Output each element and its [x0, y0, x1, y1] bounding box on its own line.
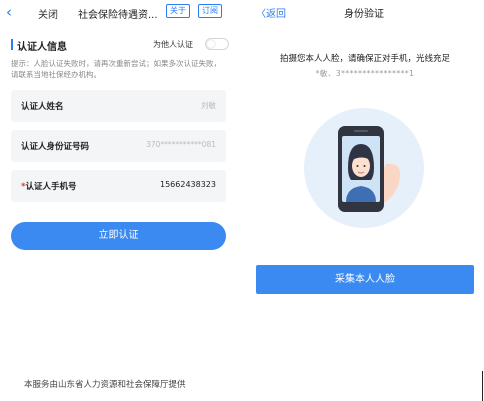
toggle-knob	[207, 40, 215, 48]
top-nav: ‹ 关闭 社会保险待遇资... 关于 订阅	[0, 0, 236, 26]
id-number-label: 认证人身份证号码	[21, 142, 90, 152]
phone-speaker	[354, 130, 368, 132]
about-button[interactable]: 关于	[166, 4, 190, 18]
other-person-toggle[interactable]	[205, 38, 229, 50]
collect-face-button[interactable]: 采集本人人脸	[256, 265, 474, 294]
section-accent-bar	[11, 39, 13, 50]
name-label: 认证人姓名	[21, 102, 64, 112]
auth-info-screen: ‹ 关闭 社会保险待遇资... 关于 订阅 认证人信息 为他人认证 提示：人脸认…	[0, 0, 236, 401]
footer-text: 本服务由山东省人力资源和社会保障厅提供	[24, 380, 186, 390]
chevron-left-icon[interactable]: ‹	[6, 3, 12, 21]
face-capture-illustration	[304, 108, 424, 228]
other-person-label: 为他人认证	[153, 40, 193, 49]
back-link[interactable]: 〈返回	[256, 5, 286, 20]
instruction-text: 拍摄您本人人脸，请确保正对手机，光线充足	[279, 54, 450, 64]
page-title: 社会保险待遇资...	[78, 10, 158, 21]
section-title: 认证人信息	[17, 42, 67, 53]
submit-auth-button[interactable]: 立即认证	[11, 222, 226, 250]
face-icon	[346, 144, 376, 202]
masked-identity: *敏、3****************1	[315, 69, 415, 78]
id-number-field[interactable]: 认证人身份证号码 370***********081	[11, 130, 226, 162]
name-value: 刘敏	[201, 101, 216, 110]
section-header: 认证人信息 为他人认证	[11, 38, 229, 53]
phone-value[interactable]: 15662438323	[160, 180, 216, 189]
id-number-value: 370***********081	[146, 140, 216, 149]
tip-text: 提示：人脸认证失败时，请再次重新尝试；如果多次认证失败，请联系当地社保经办机构。	[11, 59, 221, 79]
close-link[interactable]: 关闭	[38, 6, 58, 21]
phone-field[interactable]: *认证人手机号 15662438323	[11, 170, 226, 202]
verify-title: 身份验证	[344, 9, 384, 20]
edge-line	[482, 371, 483, 401]
name-field[interactable]: 认证人姓名 刘敏	[11, 90, 226, 122]
phone-label-text: 认证人手机号	[25, 182, 77, 192]
subscribe-button[interactable]: 订阅	[198, 4, 222, 18]
identity-verification-screen: 〈返回 身份验证 拍摄您本人人脸，请确保正对手机，光线充足 *敏、3******…	[246, 0, 484, 401]
phone-label: *认证人手机号	[21, 180, 76, 192]
